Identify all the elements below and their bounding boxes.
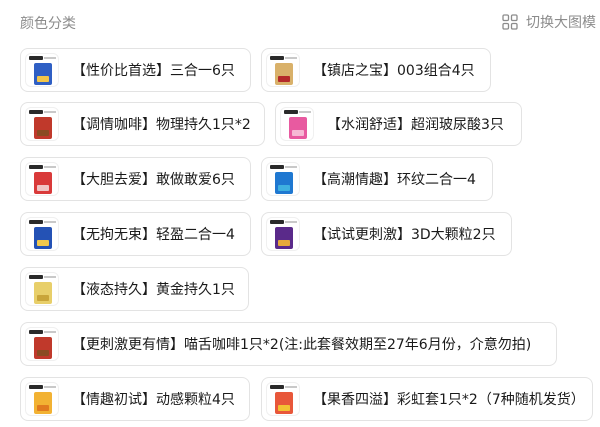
grid-icon (502, 14, 518, 30)
sku-thumbnail (25, 382, 59, 416)
sku-thumbnail (280, 107, 314, 141)
section-title: 颜色分类 (20, 16, 76, 32)
sku-option[interactable]: 【果香四溢】彩虹套1只*2（7种随机发货） (261, 377, 593, 421)
sku-option-label: 【液态持久】黄金持久1只 (72, 282, 235, 298)
product-box-accent (37, 185, 49, 191)
switch-large-image-mode-button[interactable]: 切换大图模 (502, 12, 596, 32)
product-box-accent (37, 76, 49, 82)
sku-option[interactable]: 【调情咖啡】物理持久1只*2 (20, 102, 265, 146)
sku-option[interactable]: 【更刺激更有情】喵舌咖啡1只*2(注:此套餐效期至27年6月份，介意勿拍) (20, 322, 557, 366)
product-box-accent (37, 350, 49, 356)
sku-option-label: 【大胆去爱】敢做敢爱6只 (72, 172, 235, 188)
sku-option[interactable]: 【情趣初试】动感颗粒4只 (20, 377, 250, 421)
sku-option-label: 【更刺激更有情】喵舌咖啡1只*2(注:此套餐效期至27年6月份，介意勿拍) (72, 337, 532, 353)
sku-option-label: 【果香四溢】彩虹套1只*2（7种随机发货） (313, 392, 585, 408)
product-box-accent (292, 130, 304, 136)
sku-thumbnail (25, 53, 59, 87)
product-box-accent (37, 405, 49, 411)
sku-option-label: 【水润舒适】超润玻尿酸3只 (327, 117, 504, 133)
sku-option-label: 【无拘无束】轻盈二合一4 (72, 227, 235, 243)
sku-option-label: 【试试更刺激】3D大颗粒2只 (313, 227, 496, 243)
sku-thumbnail (266, 162, 300, 196)
product-box-accent (37, 295, 49, 301)
color-category-header: 颜色分类 切换大图模 (0, 0, 600, 44)
sku-thumbnail (25, 107, 59, 141)
sku-option[interactable]: 【液态持久】黄金持久1只 (20, 267, 249, 311)
sku-option[interactable]: 【镇店之宝】003组合4只 (261, 48, 491, 92)
sku-thumbnail (266, 53, 300, 87)
sku-option[interactable]: 【无拘无束】轻盈二合一4 (20, 212, 251, 256)
product-box-accent (278, 405, 290, 411)
product-box-accent (278, 76, 290, 82)
sku-option-label: 【性价比首选】三合一6只 (72, 63, 235, 79)
sku-option-label: 【调情咖啡】物理持久1只*2 (72, 117, 251, 133)
sku-thumbnail (25, 272, 59, 306)
product-box-accent (278, 240, 290, 246)
sku-thumbnail (25, 162, 59, 196)
sku-thumbnail (266, 382, 300, 416)
sku-thumbnail (25, 217, 59, 251)
product-box-accent (278, 185, 290, 191)
sku-option-label: 【高潮情趣】环纹二合一4 (313, 172, 476, 188)
sku-option-label: 【镇店之宝】003组合4只 (313, 63, 475, 79)
sku-option[interactable]: 【高潮情趣】环纹二合一4 (261, 157, 493, 201)
sku-thumbnail (266, 217, 300, 251)
sku-option[interactable]: 【试试更刺激】3D大颗粒2只 (261, 212, 512, 256)
sku-thumbnail (25, 327, 59, 361)
sku-option-label: 【情趣初试】动感颗粒4只 (72, 392, 235, 408)
product-box-accent (37, 130, 49, 136)
sku-option[interactable]: 【大胆去爱】敢做敢爱6只 (20, 157, 251, 201)
product-box-accent (37, 240, 49, 246)
sku-option[interactable]: 【性价比首选】三合一6只 (20, 48, 251, 92)
sku-option[interactable]: 【水润舒适】超润玻尿酸3只 (275, 102, 522, 146)
switch-mode-label: 切换大图模 (526, 15, 596, 31)
